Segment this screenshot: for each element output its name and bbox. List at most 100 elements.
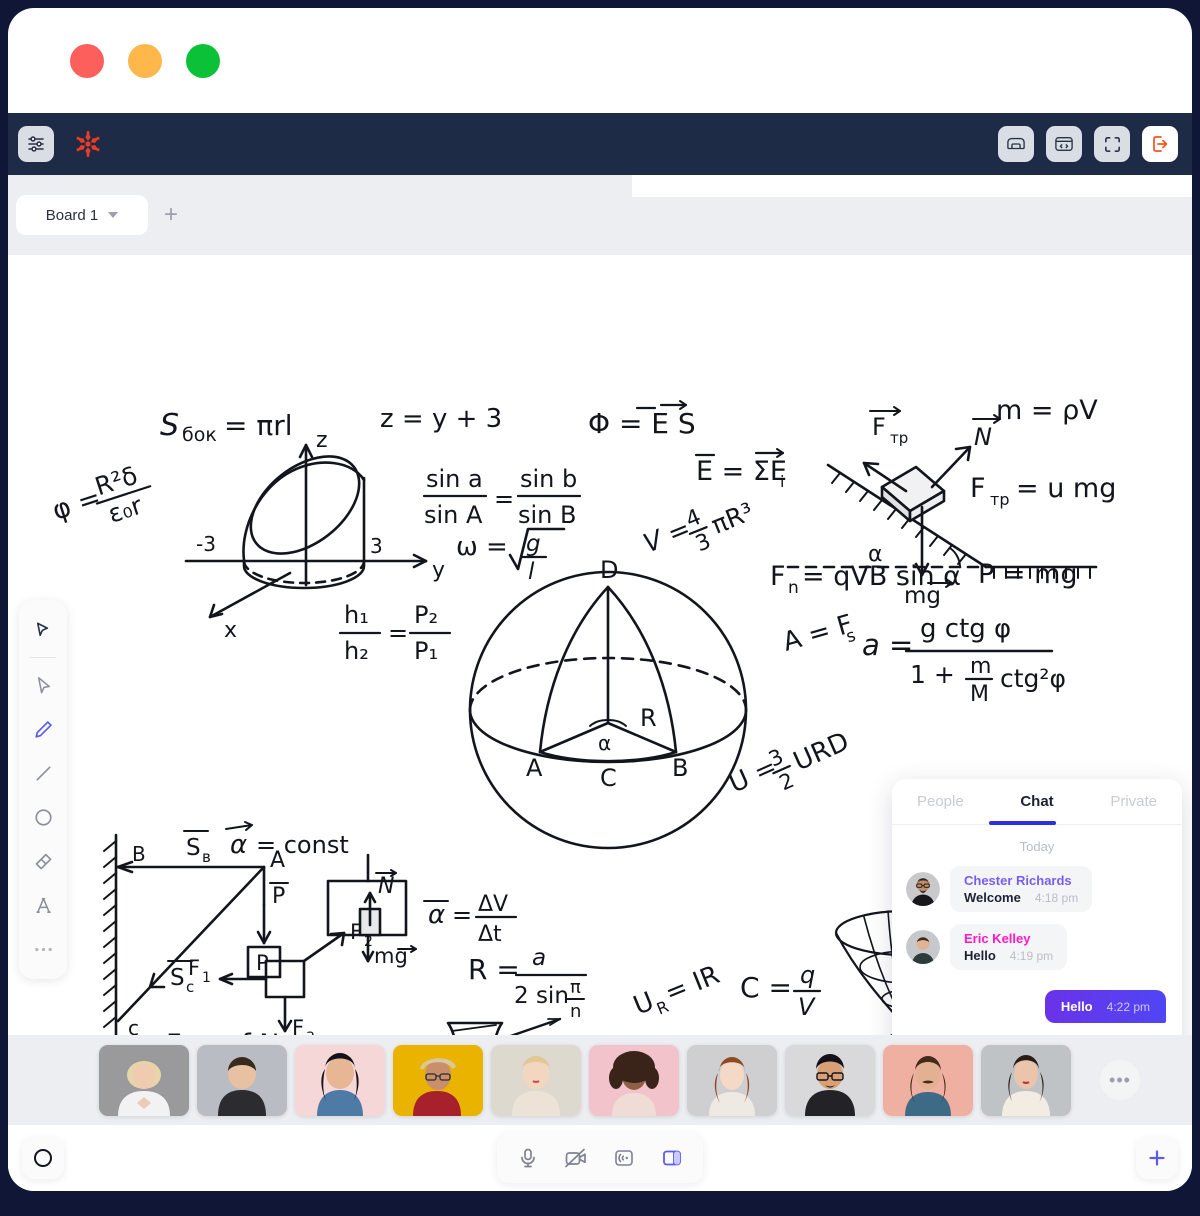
- svg-text:P₁: P₁: [414, 637, 438, 665]
- chat-message-outgoing: Hello 4:22 pm: [892, 978, 1182, 1031]
- more-participants-button[interactable]: •••: [1100, 1060, 1140, 1100]
- microphone-icon[interactable]: [511, 1141, 545, 1175]
- svg-text:P = mg: P = mg: [978, 559, 1078, 590]
- layout-panel-icon[interactable]: [655, 1141, 689, 1175]
- participant-strip: •••: [8, 1035, 1192, 1125]
- avatar: [906, 930, 940, 964]
- svg-text:P: P: [272, 884, 285, 909]
- message-time: 4:18 pm: [1034, 891, 1079, 905]
- fullscreen-icon[interactable]: [1094, 126, 1130, 162]
- tab-private[interactable]: Private: [1085, 779, 1182, 824]
- screen-share-icon[interactable]: [607, 1141, 641, 1175]
- svg-text:A: A: [526, 754, 543, 782]
- svg-text:sin A: sin A: [424, 501, 483, 529]
- chat-bubble-outgoing: Hello 4:22 pm: [1044, 990, 1166, 1023]
- message-text: Welcome: [964, 890, 1021, 905]
- svg-text:тр: тр: [990, 490, 1009, 509]
- participant-9[interactable]: [883, 1044, 973, 1116]
- svg-text:2: 2: [776, 768, 798, 795]
- svg-text:= u mg: = u mg: [1016, 473, 1116, 504]
- svg-text:Φ = E S: Φ = E S: [588, 407, 696, 440]
- hand-tool[interactable]: [23, 610, 63, 650]
- svg-text:x: x: [836, 1028, 848, 1035]
- exit-icon[interactable]: [1142, 126, 1178, 162]
- participant-2[interactable]: [197, 1044, 287, 1116]
- participant-5[interactable]: [491, 1044, 581, 1116]
- svg-text:M: M: [970, 682, 989, 707]
- svg-text:g: g: [526, 531, 541, 557]
- minimize-window-button[interactable]: [128, 43, 162, 78]
- svg-text:1 +: 1 +: [910, 660, 955, 689]
- avatar: [906, 872, 940, 906]
- message-sender: Eric Kelley: [964, 931, 1031, 946]
- tab-people[interactable]: People: [892, 779, 989, 824]
- sliders-icon[interactable]: [18, 126, 54, 162]
- whiteboard-canvas[interactable]: S бок = πrl φ = R²δ ε₀r z = y + 3 z y x …: [8, 255, 1192, 1035]
- svg-text:= qVB sin α: = qVB sin α: [802, 561, 961, 592]
- participant-10[interactable]: [981, 1044, 1071, 1116]
- svg-text:m: m: [970, 654, 991, 679]
- svg-text:= IR: = IR: [661, 960, 724, 1009]
- svg-text:y: y: [432, 558, 445, 583]
- board-tab-label: Board 1: [45, 206, 99, 224]
- svg-text:бок: бок: [182, 424, 217, 446]
- participant-3[interactable]: [295, 1044, 385, 1116]
- top-navigation-bar: [8, 113, 1192, 175]
- svg-text:D: D: [600, 556, 618, 584]
- toolbar-divider: [30, 657, 56, 658]
- snowflake-logo-icon[interactable]: [70, 126, 106, 162]
- cursor-tool[interactable]: [23, 665, 63, 705]
- more-tool[interactable]: [23, 929, 63, 969]
- svg-text:q: q: [800, 961, 815, 989]
- svg-text:в: в: [202, 848, 211, 866]
- svg-text:тр: тр: [890, 429, 908, 447]
- circle-tool[interactable]: [23, 797, 63, 837]
- maximize-window-button[interactable]: [186, 43, 220, 78]
- svg-text:sin b: sin b: [520, 465, 577, 493]
- svg-text:α: α: [428, 900, 445, 930]
- chat-tab-list: People Chat Private: [892, 779, 1182, 825]
- code-window-icon[interactable]: [1046, 126, 1082, 162]
- add-participant-button[interactable]: [1136, 1137, 1178, 1179]
- chat-message: Chester Richards Welcome 4:18 pm: [892, 862, 1182, 920]
- line-tool[interactable]: [23, 753, 63, 793]
- svg-text:N: N: [378, 874, 394, 899]
- participant-6[interactable]: [589, 1044, 679, 1116]
- svg-text:2 sin: 2 sin: [514, 983, 569, 1009]
- chat-bubble: Eric Kelley Hello 4:19 pm: [950, 924, 1068, 970]
- text-tool[interactable]: [23, 885, 63, 925]
- svg-text:l: l: [528, 559, 535, 585]
- eraser-tool[interactable]: [23, 841, 63, 881]
- add-board-button[interactable]: +: [148, 195, 194, 235]
- whiteboard-icon[interactable]: [998, 126, 1034, 162]
- svg-text:g ctg φ: g ctg φ: [920, 614, 1011, 644]
- svg-text:-3: -3: [196, 532, 216, 556]
- svg-text:sin a: sin a: [426, 465, 483, 493]
- svg-text:m = ρV: m = ρV: [996, 395, 1098, 426]
- participant-8[interactable]: [785, 1044, 875, 1116]
- svg-text:S: S: [160, 408, 179, 443]
- participant-1[interactable]: [99, 1044, 189, 1116]
- message-time: 4:19 pm: [1009, 949, 1054, 963]
- svg-text:F: F: [872, 413, 886, 441]
- svg-text:x: x: [224, 618, 237, 643]
- svg-text:B: B: [132, 842, 146, 866]
- svg-text:R: R: [640, 704, 657, 732]
- svg-text:s: s: [844, 626, 858, 648]
- camera-off-icon[interactable]: [559, 1141, 593, 1175]
- chat-message: Eric Kelley Hello 4:19 pm: [892, 920, 1182, 978]
- record-button[interactable]: [22, 1137, 64, 1179]
- message-line: Hello 4:22 pm: [1061, 999, 1150, 1014]
- message-time: 4:22 pm: [1106, 1000, 1150, 1014]
- svg-text:ΔV: ΔV: [478, 892, 508, 917]
- participant-4[interactable]: [393, 1044, 483, 1116]
- svg-text:z = y + 3: z = y + 3: [380, 404, 502, 434]
- board-tab-current[interactable]: Board 1: [16, 195, 148, 235]
- svg-text:=: =: [388, 619, 408, 647]
- pencil-tool[interactable]: [23, 709, 63, 749]
- close-window-button[interactable]: [70, 43, 104, 78]
- svg-text:P₂: P₂: [414, 601, 438, 629]
- tab-chat[interactable]: Chat: [989, 779, 1086, 824]
- svg-text:R =: R =: [468, 953, 520, 986]
- participant-7[interactable]: [687, 1044, 777, 1116]
